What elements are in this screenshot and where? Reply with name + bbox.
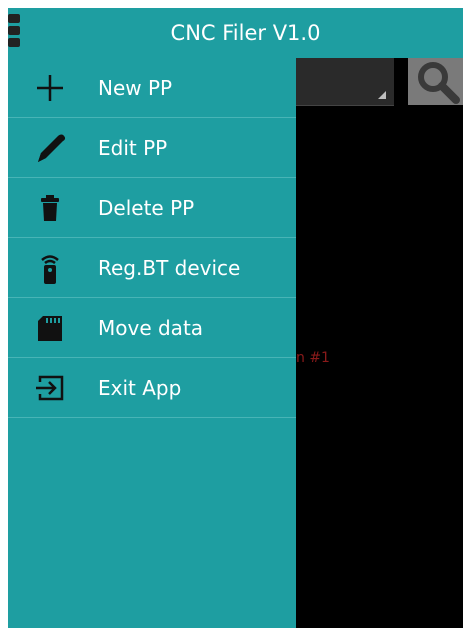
title-bar: CNC Filer V1.0 <box>8 8 463 58</box>
search-input[interactable] <box>296 58 394 106</box>
menu-item-label: New PP <box>98 76 173 100</box>
search-icon <box>418 62 460 104</box>
menu-item-delete-pp[interactable]: Delete PP <box>8 178 296 238</box>
search-button[interactable] <box>408 58 463 105</box>
menu-item-exit-app[interactable]: Exit App <box>8 358 296 418</box>
menu-item-move-data[interactable]: Move data <box>8 298 296 358</box>
menu-item-label: Delete PP <box>98 196 195 220</box>
dropdown-corner-icon <box>378 91 386 99</box>
remote-signal-icon <box>41 255 59 284</box>
pencil-icon <box>38 134 66 162</box>
menu-item-label: Move data <box>98 316 204 340</box>
menu-item-edit-pp[interactable]: Edit PP <box>8 118 296 178</box>
app-screen: n #1 CNC Filer V1.0 New PP Edit PP Delet… <box>0 0 463 628</box>
content-area <box>296 58 463 628</box>
menu-item-label: Edit PP <box>98 136 168 160</box>
plus-icon <box>37 75 63 101</box>
trash-icon <box>41 195 59 221</box>
menu-item-reg-bt-device[interactable]: Reg.BT device <box>8 238 296 298</box>
sd-card-icon <box>38 316 62 341</box>
navigation-drawer: New PP Edit PP Delete PP Reg.BT device M… <box>8 58 296 628</box>
menu-item-label: Reg.BT device <box>98 256 241 280</box>
menu-item-label: Exit App <box>98 376 182 400</box>
exit-icon <box>36 375 64 401</box>
menu-item-new-pp[interactable]: New PP <box>8 58 296 118</box>
app-title: CNC Filer V1.0 <box>170 21 321 45</box>
background-text: n #1 <box>296 350 330 366</box>
